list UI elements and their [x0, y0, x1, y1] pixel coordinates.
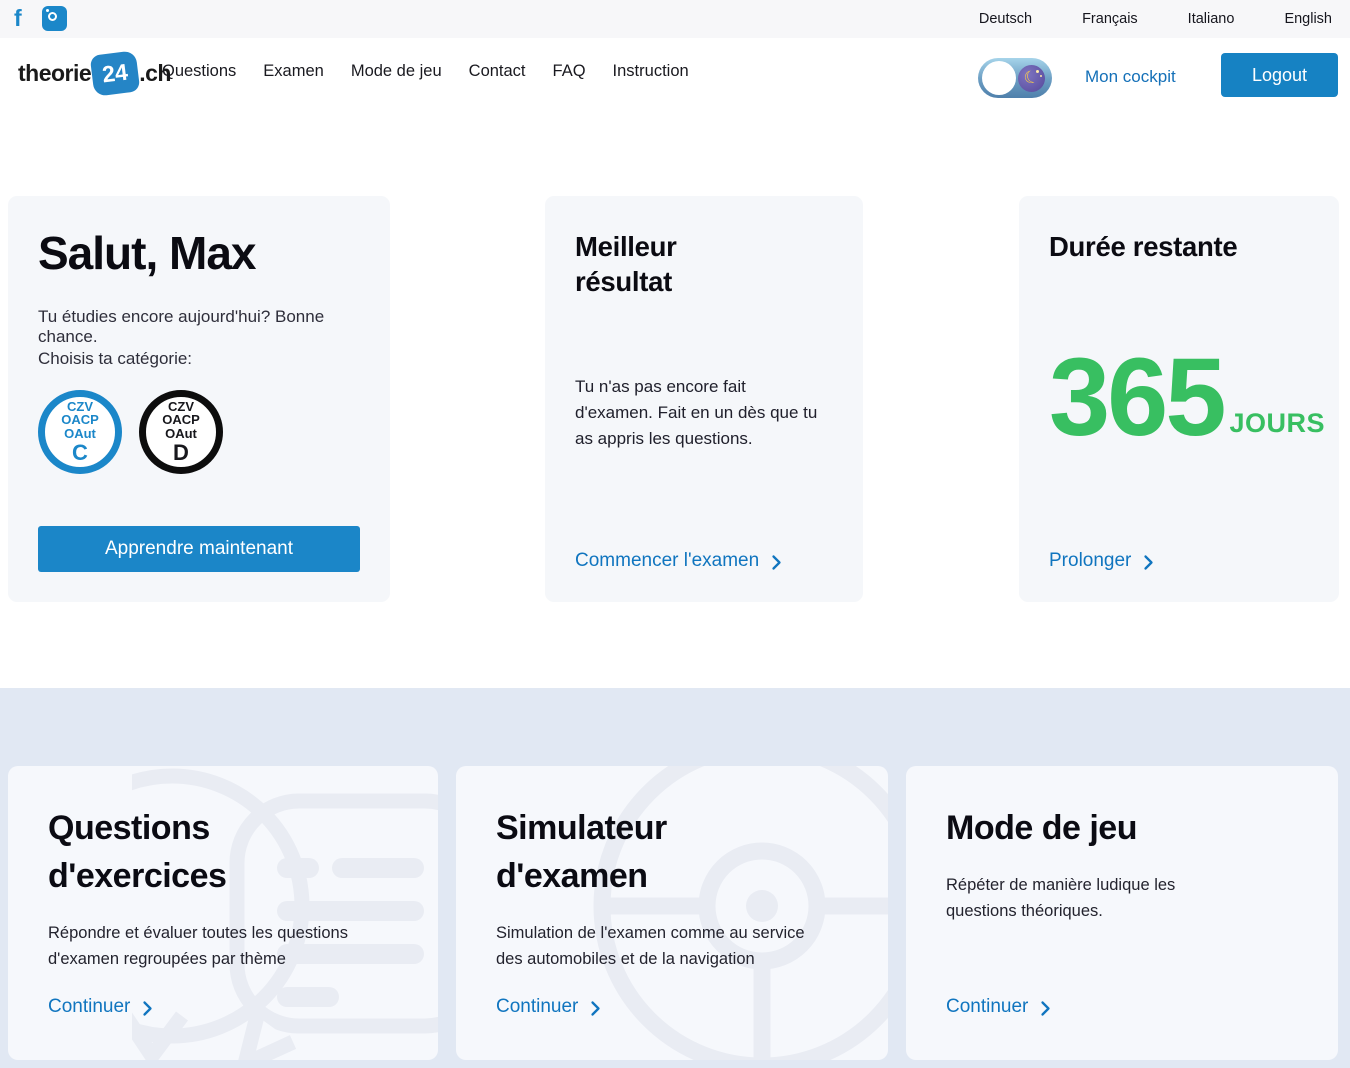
feature-card-game-mode: Mode de jeu Répéter de manière ludique l… [906, 766, 1338, 1060]
category-line: CZV [168, 400, 194, 414]
top-bar: f Deutsch Français Italiano English [0, 0, 1350, 38]
best-result-body: Tu n'as pas encore fait d'examen. Fait e… [575, 374, 827, 452]
feature-body: Simulation de l'examen comme au service … [496, 920, 831, 972]
category-line: CZV [67, 400, 93, 414]
nav-item-contact[interactable]: Contact [469, 62, 526, 81]
nav-item-questions[interactable]: Questions [162, 62, 236, 81]
prolong-label: Prolonger [1049, 550, 1131, 572]
continue-label: Continuer [946, 996, 1028, 1018]
best-result-card: Meilleur résultat Tu n'as pas encore fai… [545, 196, 863, 602]
category-line: OACP [162, 413, 200, 427]
category-line: OAut [64, 427, 96, 441]
category-letter: D [173, 441, 189, 464]
nav-item-examen[interactable]: Examen [263, 62, 324, 81]
social-links: f [14, 5, 67, 31]
continue-link-simulator[interactable]: Continuer [496, 996, 601, 1018]
facebook-icon[interactable]: f [14, 5, 22, 31]
lang-deutsch[interactable]: Deutsch [979, 11, 1032, 27]
days-value: 365 [1049, 348, 1224, 448]
learn-now-button[interactable]: Apprendre maintenant [38, 526, 360, 572]
star-icon [1036, 70, 1039, 73]
mon-cockpit-link[interactable]: Mon cockpit [1085, 67, 1176, 87]
language-switcher: Deutsch Français Italiano English [979, 0, 1332, 38]
logo[interactable]: theorie 24 .ch [18, 53, 171, 94]
feature-card-exercises: Questions d'exercices Répondre et évalue… [8, 766, 438, 1060]
toggle-knob [982, 61, 1016, 95]
feature-body: Répéter de manière ludique les questions… [946, 872, 1246, 924]
continue-link-exercises[interactable]: Continuer [48, 996, 153, 1018]
category-line: OAut [165, 427, 197, 441]
lang-francais[interactable]: Français [1082, 11, 1138, 27]
greeting-card: Salut, Max Tu étudies encore aujourd'hui… [8, 196, 390, 602]
prolong-link[interactable]: Prolonger [1049, 550, 1154, 572]
continue-link-game-mode[interactable]: Continuer [946, 996, 1051, 1018]
chevron-right-icon [1143, 554, 1154, 571]
feature-card-simulator: Simulateur d'examen Simulation de l'exam… [456, 766, 888, 1060]
nav-item-mode-de-jeu[interactable]: Mode de jeu [351, 62, 442, 81]
feature-title: Simulateur d'examen [496, 804, 826, 900]
feature-title: Questions d'exercices [48, 804, 378, 900]
instagram-icon[interactable] [42, 6, 67, 31]
logout-button[interactable]: Logout [1221, 53, 1338, 97]
category-line: OACP [61, 413, 99, 427]
moon-icon: ☾ [1018, 65, 1045, 92]
main-nav: Questions Examen Mode de jeu Contact FAQ… [162, 62, 689, 81]
logo-badge: 24 [90, 50, 141, 96]
instagram-dot-icon [46, 9, 49, 12]
nav-item-instruction[interactable]: Instruction [613, 62, 689, 81]
duration-card: Durée restante 365 JOURS Prolonger [1019, 196, 1339, 602]
chevron-right-icon [590, 1000, 601, 1017]
category-selector: CZV OACP OAut C CZV OACP OAut D [38, 390, 223, 474]
best-result-title: Meilleur résultat [575, 229, 745, 299]
feature-body: Répondre et évaluer toutes les questions… [48, 920, 348, 972]
page: f Deutsch Français Italiano English theo… [0, 0, 1350, 1068]
continue-label: Continuer [48, 996, 130, 1018]
start-exam-label: Commencer l'examen [575, 550, 759, 572]
lang-english[interactable]: English [1284, 11, 1332, 27]
instagram-lens-icon [48, 12, 57, 21]
chevron-right-icon [142, 1000, 153, 1017]
category-circle-c[interactable]: CZV OACP OAut C [38, 390, 122, 474]
lang-italiano[interactable]: Italiano [1188, 11, 1235, 27]
category-circle-d[interactable]: CZV OACP OAut D [139, 390, 223, 474]
feature-title: Mode de jeu [946, 804, 1276, 852]
nav-item-faq[interactable]: FAQ [553, 62, 586, 81]
greeting-subtitle: Tu étudies encore aujourd'hui? Bonne cha… [38, 307, 373, 347]
greeting-title: Salut, Max [38, 226, 256, 280]
days-unit: JOURS [1230, 408, 1326, 448]
star-icon [1040, 75, 1042, 77]
dark-mode-toggle[interactable]: ☾ [978, 58, 1052, 98]
start-exam-link[interactable]: Commencer l'examen [575, 550, 782, 572]
main-header: theorie 24 .ch Questions Examen Mode de … [0, 38, 1350, 116]
duration-title: Durée restante [1049, 229, 1237, 264]
chevron-right-icon [1040, 1000, 1051, 1017]
days-remaining: 365 JOURS [1049, 348, 1325, 448]
chevron-right-icon [771, 554, 782, 571]
continue-label: Continuer [496, 996, 578, 1018]
logo-text-pre: theorie [18, 60, 91, 87]
category-letter: C [72, 441, 88, 464]
category-label: Choisis ta catégorie: [38, 349, 192, 369]
